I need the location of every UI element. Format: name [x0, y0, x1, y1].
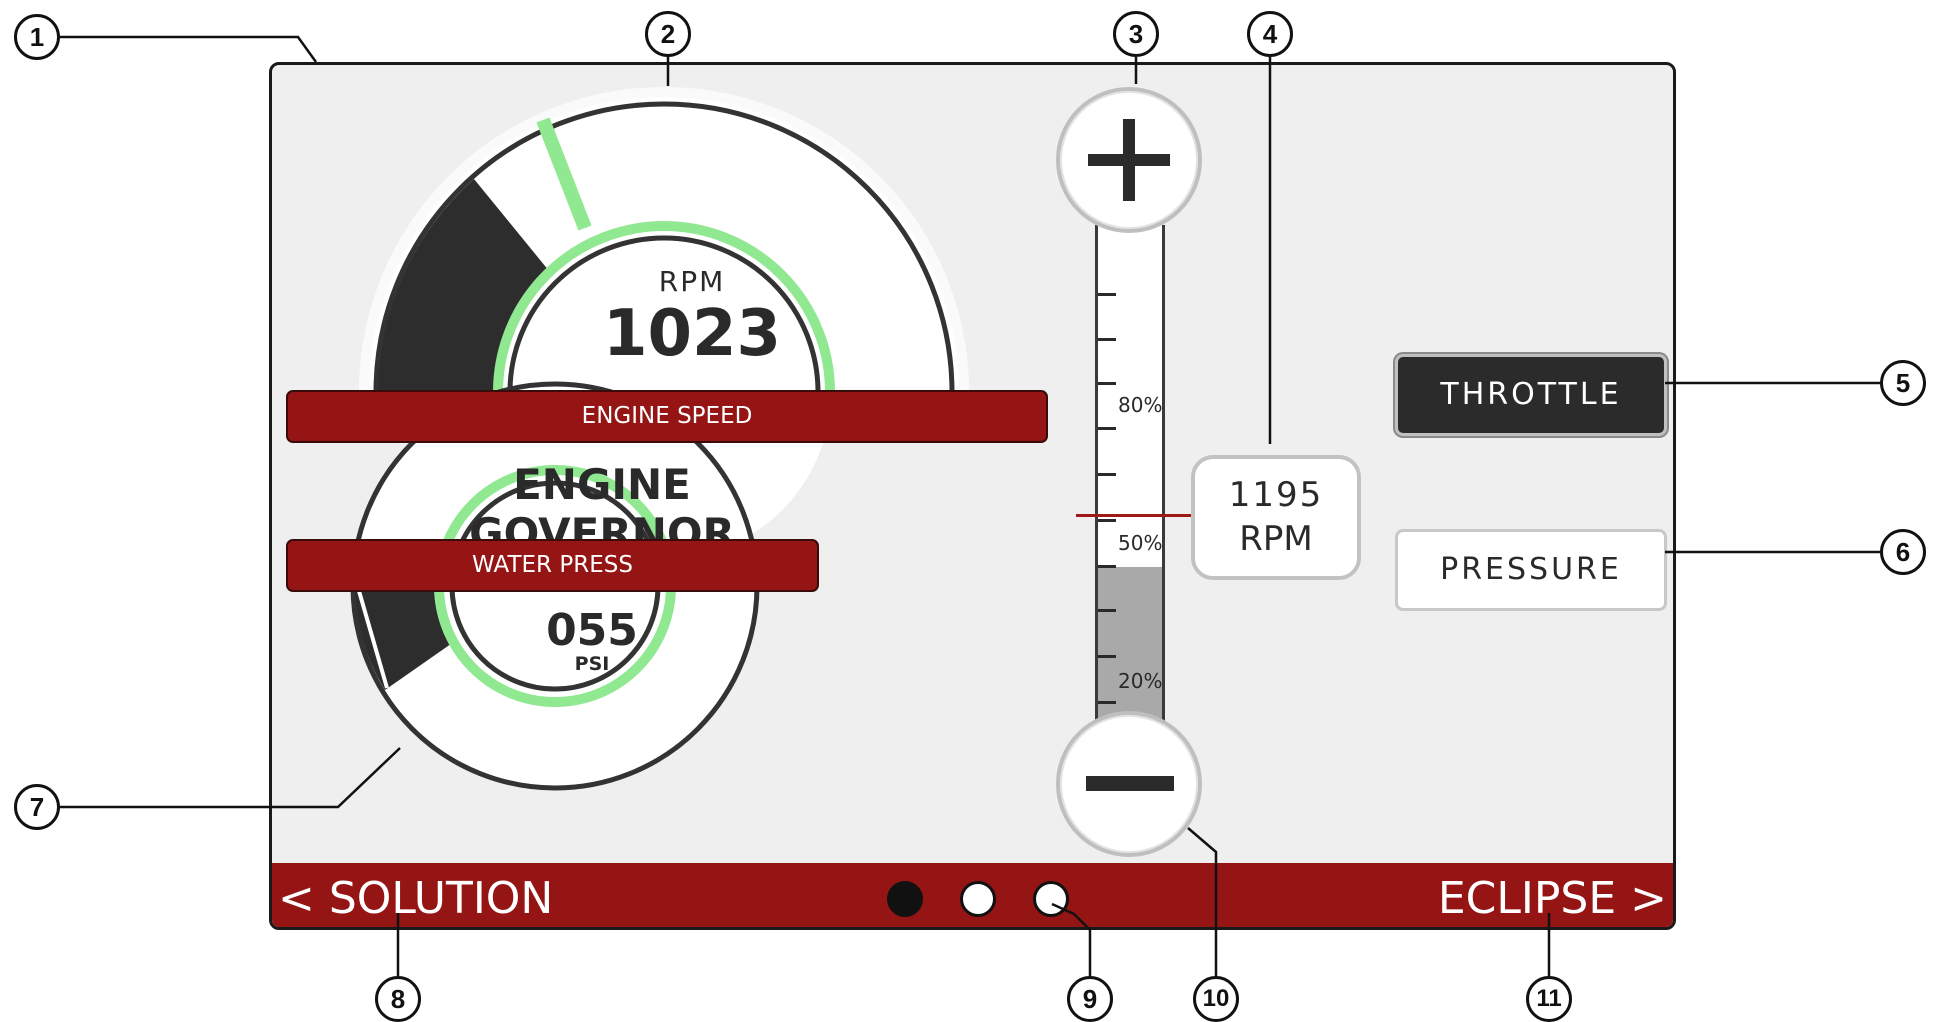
callout-badge: 3 — [1113, 11, 1159, 57]
callout-badge: 2 — [645, 11, 691, 57]
callout-badge: 5 — [1880, 360, 1926, 406]
callout-badge: 7 — [14, 784, 60, 830]
callout-badge: 6 — [1880, 529, 1926, 575]
callout-badge: 11 — [1526, 976, 1572, 1022]
callout-badge: 1 — [14, 14, 60, 60]
callout-badge: 4 — [1247, 11, 1293, 57]
callout-badge: 8 — [375, 976, 421, 1022]
callout-badge: 10 — [1193, 976, 1239, 1022]
callout-lines — [59, 35, 1880, 976]
callout-badge: 9 — [1067, 976, 1113, 1022]
